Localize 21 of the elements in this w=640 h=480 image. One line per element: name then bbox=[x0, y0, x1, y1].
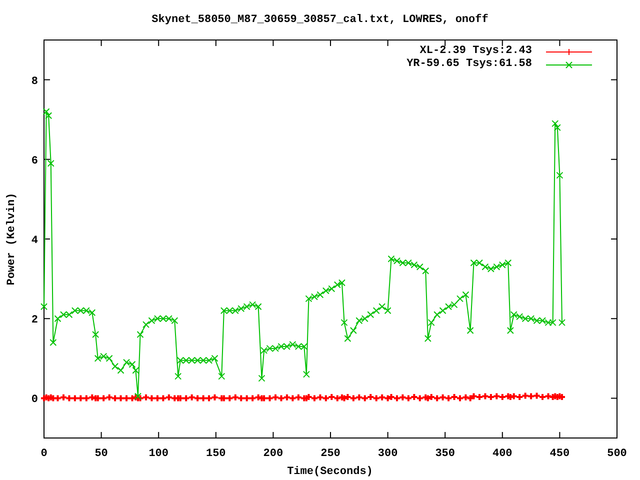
legend-label: XL-2.39 Tsys:2.43 bbox=[418, 45, 532, 58]
y-tick-label: 6 bbox=[31, 155, 38, 168]
x-tick-label: 100 bbox=[148, 448, 168, 460]
y-tick-label: 4 bbox=[31, 235, 38, 247]
y-tick-label: 0 bbox=[31, 394, 38, 406]
x-tick-label: 250 bbox=[320, 448, 340, 460]
x-tick-label: 350 bbox=[435, 448, 455, 460]
y-tick-label: 8 bbox=[31, 76, 38, 88]
y-axis-label: Power (Kelvin) bbox=[6, 192, 18, 286]
x-tick-label: 50 bbox=[94, 448, 108, 460]
x-axis-label: Time(Seconds) bbox=[287, 466, 373, 478]
x-tick-label: 150 bbox=[206, 448, 226, 460]
x-tick-label: 400 bbox=[492, 448, 512, 460]
chart-title: Skynet_58050_M87_30659_30857_cal.txt, LOWRES, onoff bbox=[152, 14, 488, 26]
legend-label: YR-59.65 Tsys:61.58 bbox=[406, 58, 532, 71]
x-tick-label: 450 bbox=[550, 448, 570, 460]
x-tick-label: 0 bbox=[40, 448, 48, 460]
x-tick-label: 500 bbox=[607, 448, 627, 460]
x-tick-label: 300 bbox=[378, 448, 398, 460]
x-tick-label: 200 bbox=[263, 448, 284, 460]
y-tick-label: 2 bbox=[31, 314, 38, 327]
